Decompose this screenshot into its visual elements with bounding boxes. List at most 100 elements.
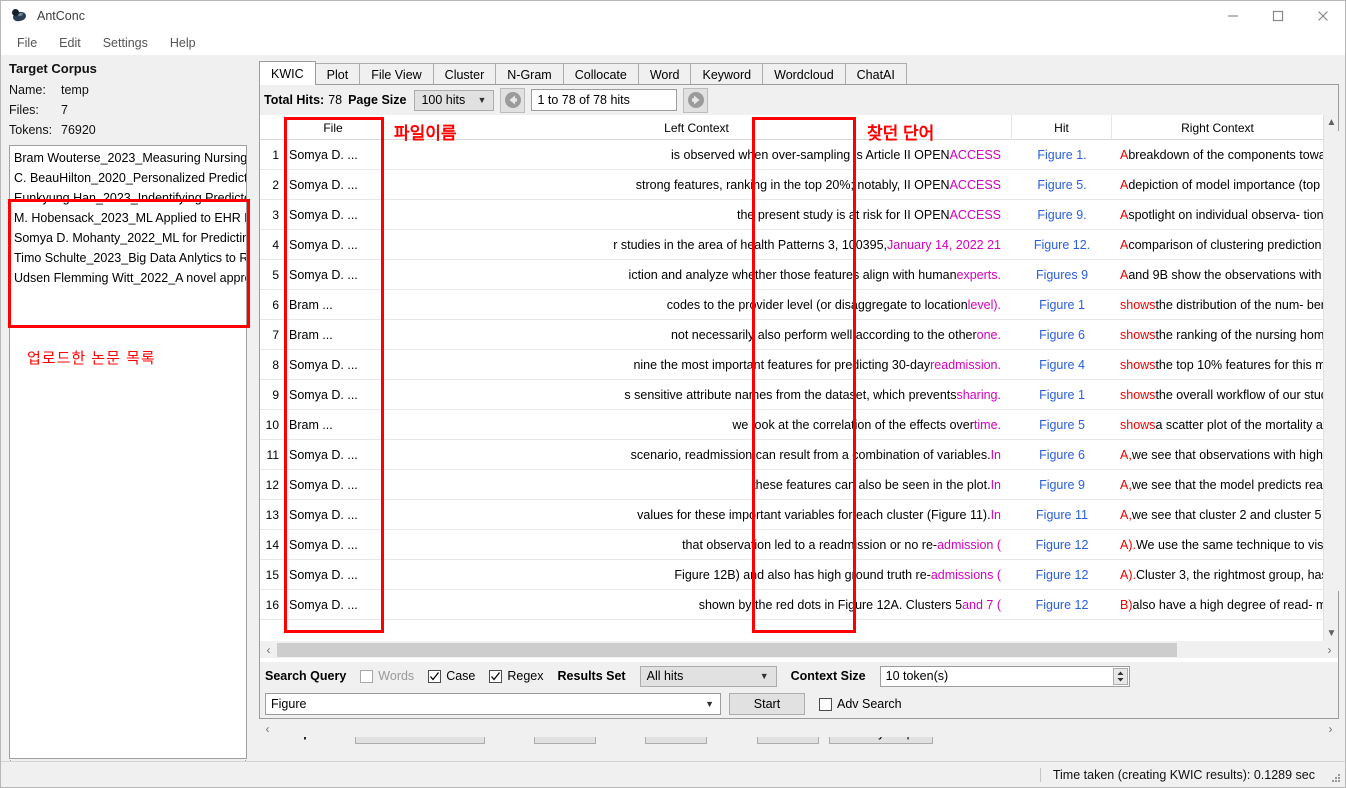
menu-edit[interactable]: Edit <box>48 34 92 52</box>
table-row[interactable]: 12 Somya D. ... these features can also be… <box>260 470 1323 500</box>
cell-left-context: codes to the provider level (or disaggre… <box>666 298 1001 312</box>
corpus-file-item[interactable]: Udsen Flemming Witt_2022_A novel approac… <box>12 268 246 288</box>
tab-keyword[interactable]: Keyword <box>690 63 764 85</box>
corpus-file-item[interactable]: C. BeauHilton_2020_Personalized Predicti… <box>12 168 246 188</box>
start-button[interactable]: Start <box>729 693 805 715</box>
kwic-vscrollbar[interactable]: ▲ ▼ <box>1323 115 1339 641</box>
case-label: Case <box>446 669 476 683</box>
row-index: 15 <box>265 568 279 582</box>
cell-hit: Figure 5. <box>1037 178 1087 192</box>
col-header-file[interactable]: File <box>285 115 382 140</box>
table-scroll-left-icon[interactable]: ‹ <box>260 641 277 658</box>
cell-hit: Figure 6 <box>1039 448 1085 462</box>
case-checkbox[interactable] <box>428 669 442 683</box>
tab-chatai[interactable]: ChatAI <box>844 63 907 85</box>
table-row[interactable]: 8 Somya D. ... nine the most important fea… <box>260 350 1323 380</box>
col-header-left-context[interactable]: Left Context <box>382 115 1012 140</box>
menu-settings[interactable]: Settings <box>92 34 159 52</box>
hit-range-field[interactable]: 1 to 78 of 78 hits <box>531 89 678 111</box>
cell-file: Somya D. ... <box>289 538 358 552</box>
cell-left-context: scenario, readmission can result from a … <box>630 448 1001 462</box>
adv-search-checkbox-group[interactable]: Adv Search <box>819 697 916 711</box>
table-row[interactable]: 7 Bram ... not necessarily also perform we… <box>260 320 1323 350</box>
tab-wordcloud[interactable]: Wordcloud <box>762 63 846 85</box>
tab-file-view[interactable]: File View <box>359 63 434 85</box>
kwic-hscrollbar[interactable]: ‹ › <box>260 641 1338 658</box>
menu-help[interactable]: Help <box>159 34 207 52</box>
table-row[interactable]: 2 Somya D. ... strong features, ranking in… <box>260 170 1323 200</box>
table-scroll-right-icon[interactable]: › <box>1321 641 1338 658</box>
table-row[interactable]: 11 Somya D. ... scenario, readmission can … <box>260 440 1323 470</box>
words-label: Words <box>378 669 415 683</box>
table-row[interactable]: 9 Somya D. ... s sensitive attribute names… <box>260 380 1323 410</box>
next-page-button[interactable] <box>683 87 709 113</box>
panel-scroll-right-icon[interactable]: › <box>1322 721 1339 738</box>
col-header-index <box>260 115 285 140</box>
cell-right-context: A, we see that the model predicts readmi… <box>1120 478 1323 492</box>
cell-hit: Figure 5 <box>1039 418 1085 432</box>
table-row[interactable]: 3 Somya D. ... the present study is at ris… <box>260 200 1323 230</box>
case-checkbox-group[interactable]: Case <box>428 669 489 683</box>
adv-search-checkbox[interactable] <box>819 697 832 711</box>
table-row[interactable]: 6 Bram ... codes to the provider level (or… <box>260 290 1323 320</box>
cell-hit: Figure 12 <box>1035 568 1089 582</box>
table-row[interactable]: 10 Bram ... we look at the correlation of … <box>260 410 1323 440</box>
row-index: 1 <box>272 148 279 162</box>
corpus-file-item[interactable]: Bram Wouterse_2023_Measuring Nursing Ho <box>12 148 246 168</box>
corpus-file-item[interactable]: M. Hobensack_2023_ML Applied to EHR Data <box>12 208 246 228</box>
tab-n-gram[interactable]: N-Gram <box>495 63 564 85</box>
tab-kwic[interactable]: KWIC <box>259 61 316 85</box>
table-row[interactable]: 13 Somya D. ... values for these important… <box>260 500 1323 530</box>
words-checkbox[interactable] <box>360 669 374 683</box>
corpus-files-row: Files: 7 <box>9 103 68 117</box>
tab-collocate[interactable]: Collocate <box>562 63 639 85</box>
results-set-label: Results Set <box>557 669 626 683</box>
cell-hit: Figure 12. <box>1033 238 1091 252</box>
panel-hscrollbar[interactable]: ‹ › <box>259 721 1339 737</box>
table-row[interactable]: 14 Somya D. ... that observation led to a … <box>260 530 1323 560</box>
table-row[interactable]: 15 Somya D. ... Figure 12B) and also has h… <box>260 560 1323 590</box>
regex-checkbox-group[interactable]: Regex <box>489 669 557 683</box>
corpus-file-list[interactable]: Bram Wouterse_2023_Measuring Nursing Ho C… <box>9 145 247 759</box>
results-set-select[interactable]: All hits ▼ <box>639 665 777 687</box>
table-row[interactable]: 4 Somya D. ... r studies in the area of he… <box>260 230 1323 260</box>
scroll-up-icon[interactable]: ▲ <box>1324 115 1339 130</box>
table-row[interactable]: 16 Somya D. ... shown by the red dots in F… <box>260 590 1323 620</box>
maximize-button[interactable] <box>1255 1 1300 31</box>
corpus-file-item[interactable]: Somya D. Mohanty_2022_ML for Predicting … <box>12 228 246 248</box>
minimize-button[interactable] <box>1210 1 1255 31</box>
search-query-input[interactable]: Figure ▼ <box>265 693 721 715</box>
cell-right-context: A depiction of model importance (top 10%… <box>1120 178 1323 192</box>
cell-hit: Figure 12 <box>1035 538 1089 552</box>
cell-hit: Figure 1 <box>1039 298 1085 312</box>
resize-grip-icon[interactable] <box>1325 767 1341 783</box>
corpus-tokens-row: Tokens: 76920 <box>9 123 96 137</box>
tab-cluster[interactable]: Cluster <box>432 63 497 85</box>
cell-left-context: shown by the red dots in Figure 12A. Clu… <box>698 598 1001 612</box>
table-hscroll-thumb[interactable] <box>277 642 1177 657</box>
menu-file[interactable]: File <box>6 34 48 52</box>
words-checkbox-group[interactable]: Words <box>360 669 428 683</box>
panel-scroll-left-icon[interactable]: ‹ <box>259 721 276 738</box>
chevron-down-icon[interactable]: ▼ <box>699 699 720 709</box>
vscroll-thumb[interactable] <box>1324 131 1339 591</box>
table-row[interactable]: 5 Somya D. ... iction and analyze whether … <box>260 260 1323 290</box>
close-button[interactable] <box>1300 1 1345 31</box>
chevron-down-icon: ▼ <box>759 671 769 681</box>
table-row[interactable]: 1 Somya D. ... is observed when over-sampl… <box>260 140 1323 170</box>
tab-strip: KWIC Plot File View Cluster N-Gram Collocate W… <box>259 61 907 85</box>
regex-checkbox[interactable] <box>489 669 503 683</box>
corpus-file-item[interactable]: Eunkyung Han_2023_Indentifying Predictor… <box>12 188 246 208</box>
tab-plot[interactable]: Plot <box>314 63 361 85</box>
context-size-input[interactable]: 10 token(s) <box>879 665 1130 687</box>
corpus-file-item[interactable]: Timo Schulte_2023_Big Data Anlytics to R… <box>12 248 246 268</box>
page-size-select[interactable]: 100 hits ▼ <box>414 89 495 111</box>
row-index: 6 <box>272 298 279 312</box>
context-size-stepper[interactable] <box>1112 667 1128 685</box>
tab-word[interactable]: Word <box>637 63 692 85</box>
col-header-right-context[interactable]: Right Context <box>1112 115 1323 140</box>
scroll-down-icon[interactable]: ▼ <box>1324 626 1339 641</box>
cell-hit: Figure 1. <box>1037 148 1087 162</box>
col-header-hit[interactable]: Hit <box>1012 115 1112 140</box>
prev-page-button[interactable] <box>500 87 526 113</box>
